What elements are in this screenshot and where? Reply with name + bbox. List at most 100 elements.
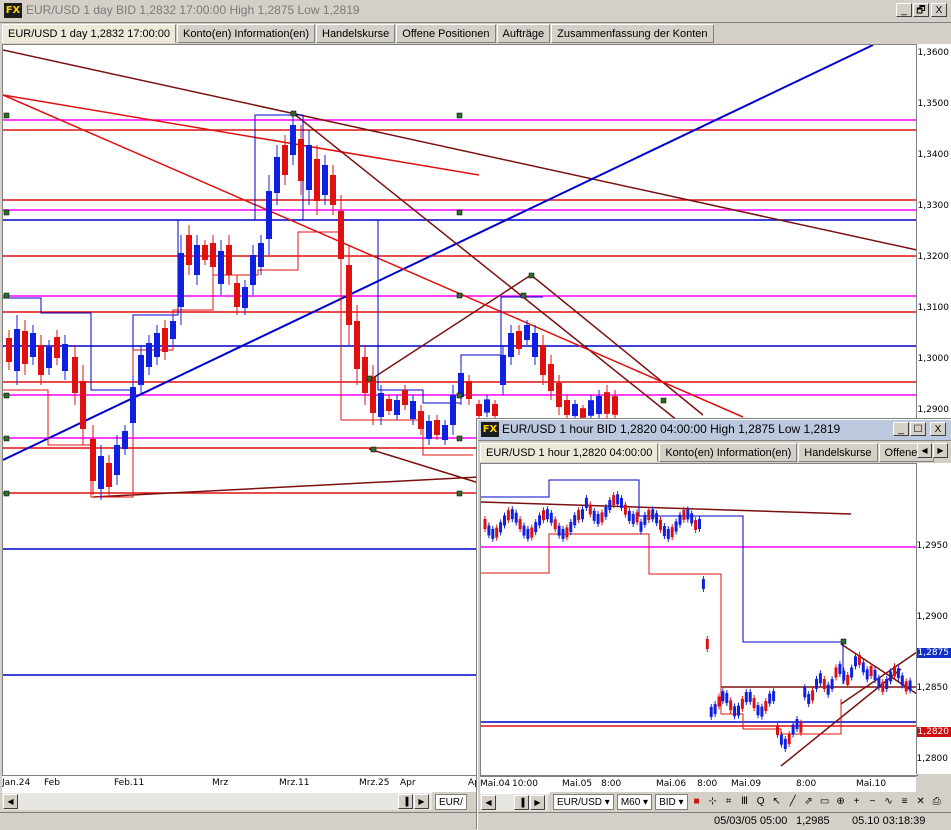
minimize-button[interactable]: _ — [893, 422, 909, 436]
candle-body — [682, 509, 686, 520]
x-tick-label: Mrz.11 — [279, 778, 310, 788]
tab-open-positions[interactable]: Offene Positionen — [396, 24, 496, 43]
candle-body — [226, 245, 232, 275]
x-tick-label: Mai.05 — [562, 779, 593, 789]
clear-icon[interactable]: ✕ — [914, 795, 928, 809]
candle-body — [620, 498, 623, 509]
indicator-icon[interactable]: ∿ — [882, 795, 896, 809]
envelope-upper — [481, 479, 844, 684]
crosshair-icon[interactable]: ⊹ — [706, 795, 720, 809]
scroll-thumb[interactable]: ▐ — [514, 795, 529, 810]
candle-body — [484, 399, 490, 413]
tab-trading-rates[interactable]: Handelskurse — [316, 24, 396, 43]
candle-body — [534, 522, 538, 533]
scroll-left-icon[interactable]: ◀ — [3, 794, 18, 809]
hourly-candle — [776, 722, 779, 739]
symbol-select[interactable]: EUR/ — [435, 794, 467, 810]
fx-logo: FX — [481, 422, 499, 437]
candle-body — [466, 381, 472, 399]
daily-time-axis: Jan.24 Feb Feb.11 Mrz Mrz.11 Mrz.25 Apr … — [2, 775, 478, 793]
close-button[interactable]: X — [931, 3, 947, 17]
tab-account-info[interactable]: Konto(en) Information(en) — [177, 24, 315, 43]
hourly-horizontal-scrollbar[interactable]: ◀ ▐ ▶ — [480, 794, 548, 811]
restore-button[interactable]: ☐ — [910, 422, 926, 436]
hourly-candle — [514, 509, 518, 526]
hourly-candle — [666, 525, 670, 542]
candle-body — [378, 393, 384, 417]
candle-body — [162, 328, 168, 352]
close-button[interactable]: X — [930, 422, 946, 436]
scroll-right-icon[interactable]: ▶ — [530, 795, 545, 810]
hourly-candle — [674, 518, 678, 535]
candle-body — [258, 243, 264, 267]
tab-scroll-left-icon[interactable]: ◀ — [917, 443, 932, 458]
tab-account-summary[interactable]: Zusammenfassung der Konten — [551, 24, 714, 43]
candle-body — [14, 329, 20, 371]
daily-candle — [532, 325, 538, 365]
bars-icon[interactable]: Ⅲ — [738, 795, 752, 809]
candle-body — [503, 515, 506, 526]
restore-button[interactable]: 🗗 — [913, 3, 929, 17]
scroll-right-icon[interactable]: ▶ — [414, 794, 429, 809]
fibonacci-icon[interactable]: ≡ — [898, 795, 912, 809]
tab-trading-rates[interactable]: Handelskurse — [798, 443, 878, 462]
candle-body — [538, 515, 542, 526]
candle-body — [234, 283, 240, 307]
zoom-in-icon[interactable]: + — [850, 795, 864, 809]
side-select[interactable]: BID ▾ — [655, 794, 688, 810]
hourly-chart-area[interactable] — [480, 463, 918, 776]
candle-body — [557, 525, 561, 536]
candle-body — [811, 690, 815, 701]
main-tab-strip: EUR/USD 1 day 1,2832 17:00:00 Konto(en) … — [2, 24, 715, 44]
zoom-out-icon[interactable]: − — [866, 795, 880, 809]
period-select[interactable]: M60 ▾ — [616, 794, 653, 810]
tab-orders[interactable]: Aufträge — [496, 24, 551, 43]
daily-candle — [492, 400, 498, 420]
candle-body — [282, 145, 288, 175]
candle-body — [635, 512, 639, 523]
y-tick-label: 1,3300 — [917, 201, 950, 211]
hourly-candle — [561, 525, 565, 542]
daily-candle — [130, 375, 136, 435]
quote-icon[interactable]: Q — [754, 795, 768, 809]
rectangle-icon[interactable]: ▭ — [818, 795, 832, 809]
candle-body — [394, 400, 400, 415]
daily-candle — [98, 445, 104, 500]
candle-body — [705, 639, 709, 649]
main-titlebar[interactable]: FX EUR/USD 1 day BID 1,2832 17:00:00 Hig… — [0, 0, 951, 23]
color-icon[interactable]: ■ — [690, 795, 704, 809]
candle-body — [178, 253, 184, 307]
candle-body — [210, 243, 216, 267]
minimize-button[interactable]: _ — [896, 3, 912, 17]
draw-line-icon[interactable]: ╱ — [786, 795, 800, 809]
tab-eurusd-hour[interactable]: EUR/USD 1 hour 1,2820 04:00:00 — [480, 443, 659, 462]
channel-icon[interactable]: ⇗ — [802, 795, 816, 809]
tab-scroll-right-icon[interactable]: ▶ — [933, 443, 948, 458]
candle-body — [740, 698, 744, 709]
daily-candle — [54, 330, 60, 365]
symbol-select[interactable]: EUR/USD ▾ — [553, 794, 614, 810]
tab-account-info[interactable]: Konto(en) Information(en) — [659, 443, 798, 462]
candle-body — [690, 513, 694, 524]
daily-horizontal-scrollbar[interactable]: ◀ ▐ ▶ — [2, 793, 432, 810]
scroll-left-icon[interactable]: ◀ — [481, 795, 496, 810]
grid-icon[interactable]: ⌗ — [722, 795, 736, 809]
candle-body — [842, 670, 846, 681]
print-icon[interactable]: ⎙ — [930, 795, 944, 809]
y-tick-label: 1,3400 — [917, 150, 950, 160]
hourly-candle — [885, 675, 889, 692]
fx-logo: FX — [4, 3, 22, 18]
scroll-thumb[interactable]: ▐ — [398, 794, 413, 809]
daily-candle — [306, 130, 312, 205]
hourly-candle — [713, 701, 717, 718]
candle-body — [807, 694, 811, 705]
cursor-icon[interactable]: ↖ — [770, 795, 784, 809]
side-value: BID — [659, 797, 676, 808]
zoom-icon[interactable]: ⊕ — [834, 795, 848, 809]
hourly-titlebar[interactable]: FX EUR/USD 1 hour BID 1,2820 04:00:00 Hi… — [478, 420, 951, 441]
tab-eurusd-day[interactable]: EUR/USD 1 day 1,2832 17:00:00 — [2, 24, 177, 43]
drag-handle — [456, 490, 463, 497]
hourly-candle — [748, 688, 752, 705]
daily-candle — [210, 235, 216, 275]
candle-body — [573, 515, 577, 526]
